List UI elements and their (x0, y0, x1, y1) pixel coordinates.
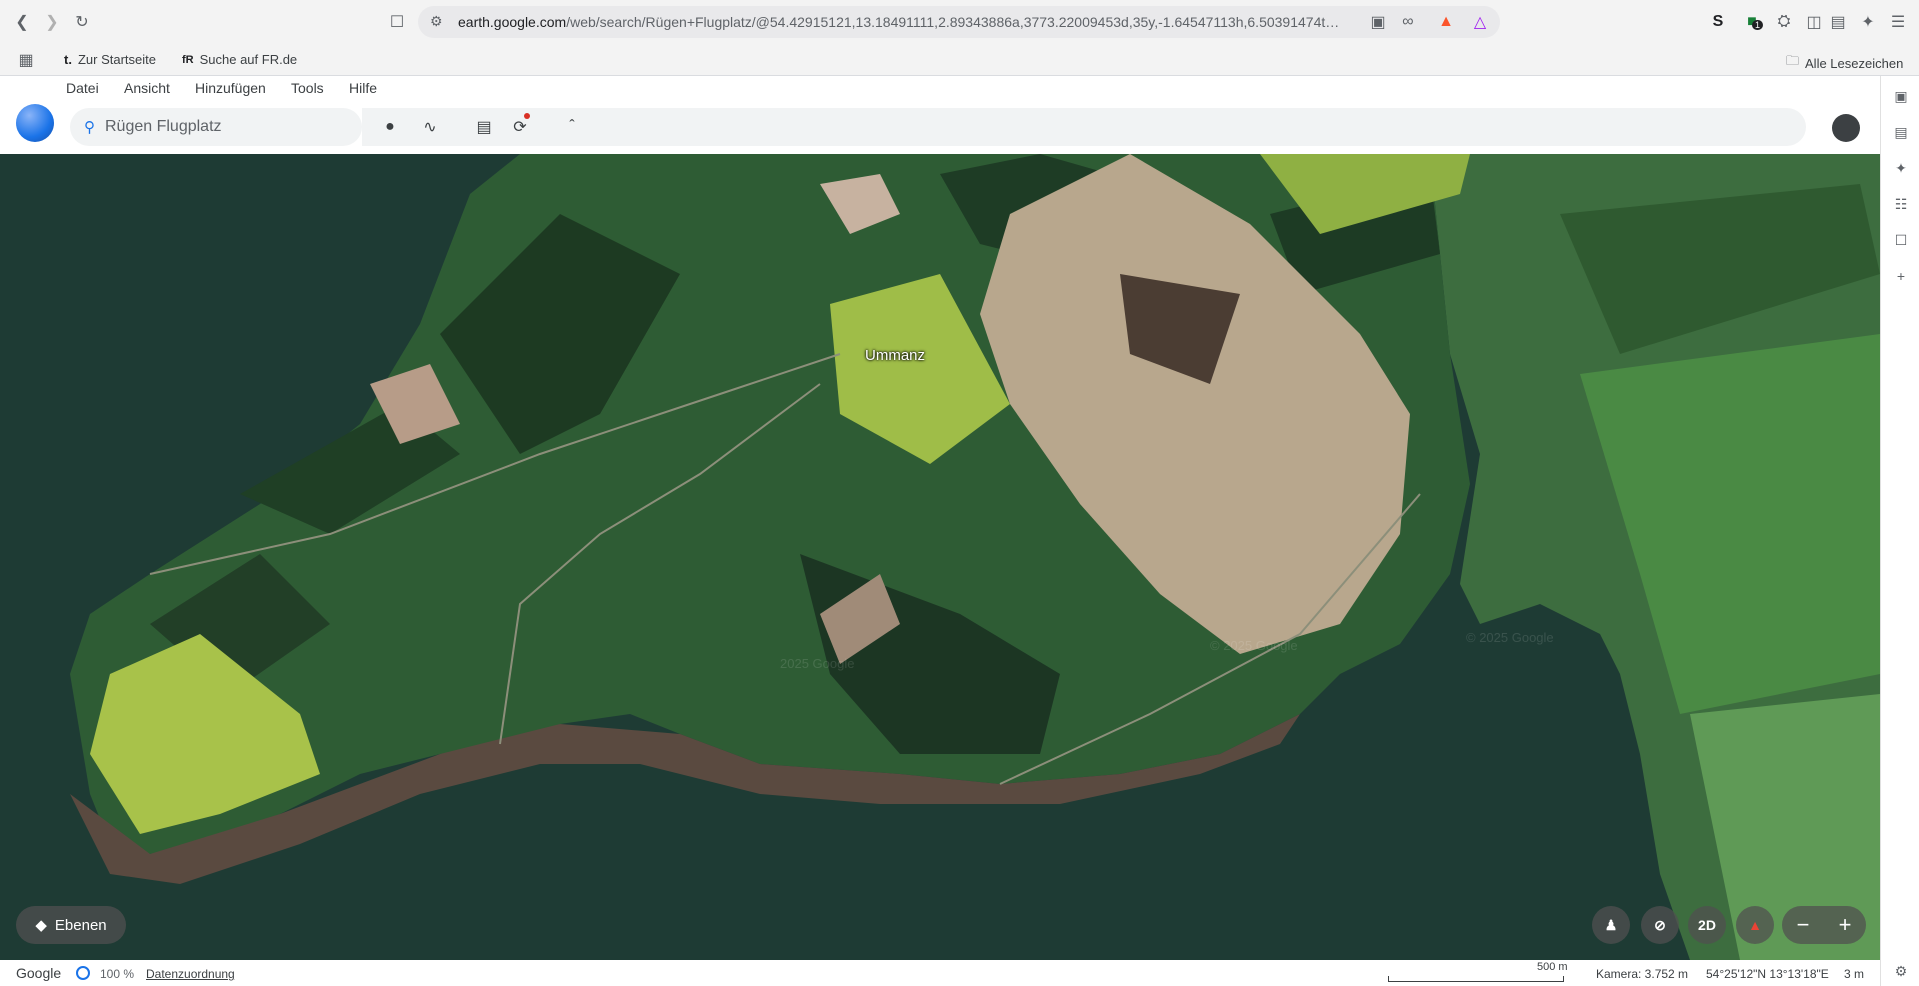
wallet-icon[interactable]: ▤ (1826, 10, 1850, 34)
history-notification-dot (524, 113, 530, 119)
map-watermark: © 2025 Google (1466, 630, 1554, 645)
google-brand: Google (16, 965, 62, 981)
camera-altitude: Kamera: 3.752 m (1596, 967, 1689, 981)
url-host: earth.google.com (458, 14, 567, 30)
extensions-puzzle-icon[interactable]: ⛭ (1772, 10, 1796, 34)
view-mode-toggle[interactable]: 2D (1688, 906, 1726, 944)
satellite-map[interactable]: Ummanz 2025 Google © 2025 Google © 2025 … (0, 154, 1880, 960)
leo-rail-icon[interactable]: ✦ (1891, 158, 1911, 178)
menu-tools[interactable]: Tools (291, 80, 324, 96)
site-info-icon[interactable]: ⚙ (430, 13, 443, 30)
t-logo-icon: t. (64, 52, 72, 67)
place-label-ummanz[interactable]: Ummanz (865, 347, 925, 364)
extension-s-icon[interactable]: S (1706, 10, 1730, 34)
apps-grid-icon[interactable]: ▦ (14, 48, 38, 72)
scale-bar (1388, 976, 1564, 982)
zoom-out-button[interactable]: − (1797, 912, 1810, 938)
tool-strip: ● ∿ ▤ ⟳ ˆ (362, 108, 1806, 146)
extension-badge-icon[interactable]: ■ 1 (1740, 10, 1764, 34)
tilt-reset-button[interactable]: ⊘ (1641, 906, 1679, 944)
status-bar: Google 100 % Datenzuordnung 500 m Kamera… (0, 960, 1880, 986)
search-input[interactable] (105, 118, 325, 136)
browser-toolbar: ❮ ❯ ↻ ☐ ⚙ earth.google.com/web/search/Rü… (0, 0, 1919, 44)
bookmark-label: Zur Startseite (77, 52, 156, 67)
coordinates: 54°25'12"N 13°13'18"E (1706, 967, 1829, 981)
history-icon[interactable]: ⟳ (508, 113, 532, 139)
folder-icon: 🗀 (1786, 53, 1800, 68)
layers-button[interactable]: ◆ Ebenen (16, 906, 126, 944)
map-watermark: 2025 Google (780, 656, 855, 671)
extension-badge-count: 1 (1752, 20, 1764, 30)
all-bookmarks[interactable]: 🗀 Alle Lesezeichen (1786, 52, 1903, 74)
all-bookmarks-label: Alle Lesezeichen (1805, 55, 1904, 71)
cast-icon[interactable]: ▣ (1366, 10, 1390, 34)
layers-label: Ebenen (54, 916, 107, 934)
zoom-ring-icon (76, 966, 90, 980)
settings-gear-icon[interactable]: ⚙ (1891, 961, 1911, 981)
menu-datei[interactable]: Datei (66, 80, 99, 96)
reading-list-icon[interactable]: ☷ (1891, 194, 1911, 214)
search-box[interactable]: ⚲ (70, 108, 362, 146)
reload-icon[interactable]: ↻ (70, 10, 94, 34)
layers-icon: ◆ (35, 917, 47, 934)
add-panel-icon[interactable]: + (1891, 266, 1911, 286)
zoom-in-button[interactable]: + (1839, 912, 1852, 938)
path-icon[interactable]: ∿ (418, 115, 442, 139)
bookmark-suche-auf-fr[interactable]: fR Suche auf FR.de (182, 52, 297, 67)
bookmarks-rail-icon[interactable]: ☐ (1891, 230, 1911, 250)
measure-icon[interactable]: ▤ (472, 115, 496, 139)
compass-button[interactable]: ▲ (1736, 906, 1774, 944)
wallet-rail-icon[interactable]: ▤ (1891, 122, 1911, 142)
earth-toolbar: ⚲ ● ∿ ▤ ⟳ ˆ (0, 100, 1880, 154)
browser-menu-icon[interactable]: ☰ (1886, 10, 1910, 34)
bookmark-zur-startseite[interactable]: t. Zur Startseite (64, 52, 156, 67)
sidebar-icon[interactable]: ◫ (1802, 10, 1826, 34)
brave-shield-icon[interactable]: ▲ (1434, 10, 1458, 34)
satellite-imagery (0, 154, 1880, 960)
placemark-icon[interactable]: ● (378, 115, 402, 139)
brave-rewards-icon[interactable]: △ (1468, 10, 1492, 34)
earth-menu-bar: Datei Ansicht Hinzufügen Tools Hilfe (0, 76, 1880, 100)
leo-ai-icon[interactable]: ✦ (1856, 10, 1880, 34)
zoom-percentage: 100 % (100, 967, 135, 981)
street-view-pegman-button[interactable]: ♟ (1592, 906, 1630, 944)
chevron-up-icon[interactable]: ˆ (560, 115, 584, 139)
bookmark-icon[interactable]: ☐ (385, 10, 409, 34)
menu-hilfe[interactable]: Hilfe (349, 80, 377, 96)
reader-mode-icon[interactable]: ▣ (1891, 86, 1911, 106)
share-icon[interactable]: ∞ (1396, 10, 1420, 34)
address-bar[interactable]: ⚙ earth.google.com/web/search/Rügen+Flug… (418, 6, 1500, 38)
map-watermark: © 2025 Google (1210, 638, 1298, 653)
search-icon: ⚲ (84, 119, 95, 136)
zoom-controls: − + (1782, 906, 1866, 944)
menu-hinzufuegen[interactable]: Hinzufügen (195, 80, 266, 96)
menu-ansicht[interactable]: Ansicht (124, 80, 170, 96)
forward-icon[interactable]: ❯ (40, 10, 64, 34)
browser-side-panel-rail: ▣ ▤ ✦ ☷ ☐ + ⚙ (1880, 76, 1919, 986)
back-icon[interactable]: ❮ (10, 10, 34, 34)
bookmarks-bar: ▦ t. Zur Startseite fR Suche auf FR.de 🗀… (0, 44, 1919, 76)
attribution-link[interactable]: Datenzuordnung (146, 967, 235, 981)
bookmark-label: Suche auf FR.de (199, 52, 298, 67)
scale-label: 500 m (1537, 961, 1568, 973)
fr-logo-icon: fR (182, 53, 194, 66)
elevation: 3 m (1844, 967, 1865, 981)
earth-logo-icon[interactable] (16, 104, 54, 142)
account-icon[interactable] (1832, 114, 1860, 142)
url-path: /web/search/Rügen+Flugplatz/@54.42915121… (566, 14, 1340, 30)
